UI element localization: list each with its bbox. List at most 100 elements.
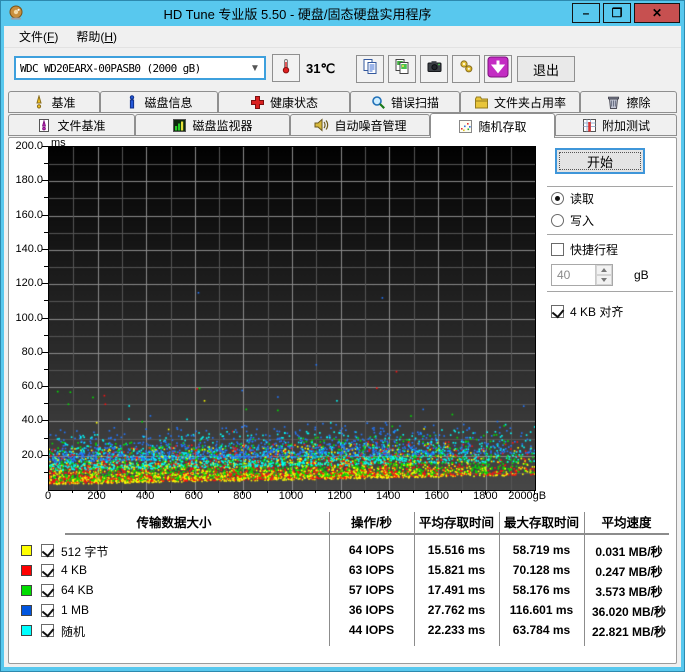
write-radio[interactable] xyxy=(551,214,564,227)
y-axis-tick xyxy=(42,420,48,422)
write-radio-label: 写入 xyxy=(570,214,595,228)
screenshot-button[interactable] xyxy=(420,55,448,83)
result-max: 63.784 ms xyxy=(512,623,571,637)
read-radio-row[interactable]: 读取 xyxy=(551,190,594,207)
y-axis-tick xyxy=(42,283,48,285)
series-checkbox[interactable] xyxy=(41,604,54,617)
copy-image-button[interactable] xyxy=(388,55,416,83)
y-axis-tick xyxy=(42,214,48,216)
y-axis-tick xyxy=(42,146,48,147)
y-axis-tick xyxy=(44,300,48,302)
maximize-button[interactable]: ❐ xyxy=(603,3,631,23)
title-bar[interactable]: HD Tune 专业版 5.50 - 硬盘/固态硬盘实用程序 – ❐ ✕ xyxy=(1,1,684,26)
chevron-down-icon[interactable]: ▼ xyxy=(246,63,264,74)
result-speed: 0.247 MB/秒 xyxy=(595,565,663,579)
copy-image-icon xyxy=(394,58,411,80)
tab-file-benchmark[interactable]: 文件基准 xyxy=(8,114,135,136)
tab-scan[interactable]: 错误扫描 xyxy=(350,91,460,113)
read-radio[interactable] xyxy=(551,192,564,205)
close-button[interactable]: ✕ xyxy=(634,3,680,23)
menu-item-text: 文件( xyxy=(19,30,47,44)
tab-folder[interactable]: 文件夹占用率 xyxy=(460,91,580,113)
app-icon xyxy=(8,5,24,21)
tab-label: 文件夹占用率 xyxy=(493,95,566,110)
camera-icon xyxy=(426,58,443,80)
y-axis-tick xyxy=(44,437,48,439)
drive-selector[interactable]: WDC WD20EARX-00PASB0 (2000 gB) ▼ xyxy=(14,56,266,80)
copy-text-icon xyxy=(362,58,379,80)
stepper-up-button[interactable] xyxy=(596,265,612,275)
series-checkbox[interactable] xyxy=(41,584,54,597)
tab-extra-tests[interactable]: 附加测试 xyxy=(555,114,677,136)
menu-bar: 文件(F) 帮助(H) xyxy=(4,26,681,48)
divider xyxy=(547,291,673,292)
start-button[interactable]: 开始 xyxy=(555,148,645,174)
exit-button[interactable]: 退出 xyxy=(517,56,575,82)
y-axis-tick-label: 100.0 xyxy=(15,311,43,324)
tab-label: 健康状态 xyxy=(269,95,318,110)
x-axis-tick xyxy=(291,490,292,495)
result-avg: 17.491 ms xyxy=(427,583,486,597)
short-stroke-row[interactable]: 快捷行程 xyxy=(551,241,618,258)
window-title: HD Tune 专业版 5.50 - 硬盘/固态硬盘实用程序 xyxy=(163,7,432,22)
x-axis-tick xyxy=(218,490,220,493)
thermometer-icon xyxy=(278,58,294,79)
short-stroke-checkbox[interactable] xyxy=(551,243,564,256)
result-speed: 22.821 MB/秒 xyxy=(591,625,667,639)
menu-item-f[interactable]: 文件(F) xyxy=(10,25,67,48)
minimize-button[interactable]: – xyxy=(572,3,600,23)
results-column-header: 平均速度 xyxy=(601,516,652,530)
y-axis-tick xyxy=(44,403,48,405)
y-axis-tick-label: 140.0 xyxy=(15,242,43,255)
stepper-down-button[interactable] xyxy=(596,275,612,285)
temperature-button[interactable] xyxy=(272,54,300,82)
result-ops: 57 IOPS xyxy=(348,583,395,597)
tab-monitor[interactable]: 磁盘监视器 xyxy=(135,114,290,136)
tab-label: 文件基准 xyxy=(57,118,106,133)
benchmark-icon xyxy=(32,95,46,109)
y-axis-tick xyxy=(44,334,48,336)
tab-label: 擦除 xyxy=(626,95,651,110)
menu-item-h[interactable]: 帮助(H) xyxy=(67,25,126,48)
write-radio-row[interactable]: 写入 xyxy=(551,212,594,229)
tab-random-access[interactable]: 随机存取 xyxy=(430,113,555,138)
y-axis-tick-label: 120.0 xyxy=(15,277,43,290)
erase-icon xyxy=(606,95,621,110)
tab-label: 自动噪音管理 xyxy=(334,118,407,133)
monitor-icon xyxy=(172,118,187,133)
options-button[interactable] xyxy=(452,55,480,83)
x-axis-tick xyxy=(169,490,171,493)
toolbar: WDC WD20EARX-00PASB0 (2000 gB) ▼ 31℃ 退出 xyxy=(4,48,681,90)
results-column-header: 传输数据大小 xyxy=(136,516,212,530)
tab-aam[interactable]: 自动噪音管理 xyxy=(290,114,430,136)
align-row[interactable]: 4 KB 对齐 xyxy=(551,303,623,320)
tab-benchmark[interactable]: 基准 xyxy=(8,91,100,113)
tab-health[interactable]: 健康状态 xyxy=(218,91,350,113)
x-axis-tick xyxy=(266,490,268,493)
result-avg: 22.233 ms xyxy=(427,623,486,637)
y-axis-tick xyxy=(42,386,48,388)
tab-info[interactable]: 磁盘信息 xyxy=(100,91,218,113)
series-label: 1 MB xyxy=(61,603,90,617)
save-results-button[interactable] xyxy=(484,55,512,83)
y-axis-tick xyxy=(44,197,48,199)
file-benchmark-icon xyxy=(37,118,52,133)
short-stroke-stepper[interactable]: 40 xyxy=(551,264,613,286)
series-checkbox[interactable] xyxy=(41,544,54,557)
short-stroke-label: 快捷行程 xyxy=(570,243,619,257)
x-axis-tick xyxy=(461,490,463,493)
align-checkbox[interactable] xyxy=(551,305,564,318)
x-axis-tick xyxy=(436,490,438,495)
y-axis-tick xyxy=(42,351,48,353)
read-radio-label: 读取 xyxy=(570,192,595,206)
tab-erase[interactable]: 擦除 xyxy=(580,91,677,113)
results-column-header: 最大存取时间 xyxy=(503,516,579,530)
series-checkbox[interactable] xyxy=(41,624,54,637)
temperature-value: 31℃ xyxy=(306,61,336,76)
series-checkbox[interactable] xyxy=(41,564,54,577)
app-window: HD Tune 专业版 5.50 - 硬盘/固态硬盘实用程序 – ❐ ✕ 文件(… xyxy=(0,0,685,672)
copy-text-button[interactable] xyxy=(356,55,384,83)
y-axis-tick xyxy=(44,471,48,473)
short-stroke-unit: gB xyxy=(634,268,649,282)
x-axis-tick-label: 2000gB xyxy=(508,490,547,502)
